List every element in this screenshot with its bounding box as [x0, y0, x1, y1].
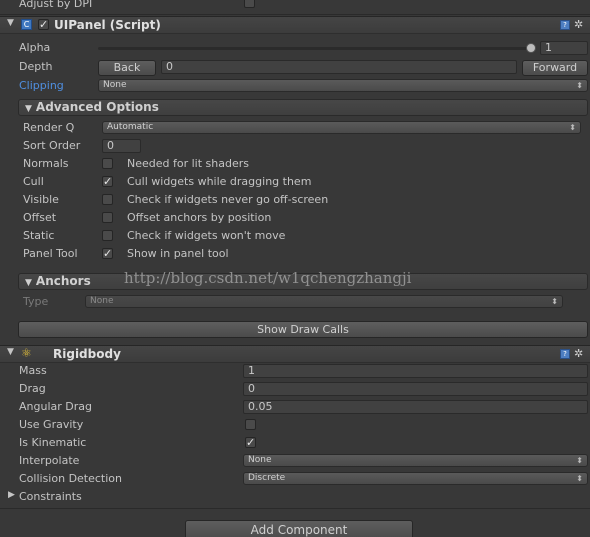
- foldout-arrow-icon[interactable]: ▼: [25, 276, 32, 291]
- option-label: Visible: [23, 193, 59, 206]
- option-label: Static: [23, 229, 55, 242]
- option-description: Cull widgets while dragging them: [127, 175, 312, 188]
- show-draw-calls-button[interactable]: Show Draw Calls: [18, 321, 588, 338]
- alpha-label: Alpha: [19, 41, 51, 54]
- collision-detection-value: Discrete: [248, 473, 286, 483]
- mass-field[interactable]: 1: [243, 364, 588, 378]
- render-q-dropdown[interactable]: Automatic ⬍: [102, 121, 581, 134]
- angular-drag-field[interactable]: 0.05: [243, 400, 588, 414]
- add-component-button[interactable]: Add Component: [185, 520, 413, 537]
- clipping-label: Clipping: [19, 79, 64, 92]
- script-icon: C: [21, 19, 32, 30]
- type-dropdown[interactable]: None ⬍: [85, 295, 563, 308]
- adjust-by-dpi-checkbox[interactable]: [244, 0, 255, 8]
- collision-detection-label: Collision Detection: [19, 472, 123, 485]
- interpolate-dropdown[interactable]: None ⬍: [243, 454, 588, 467]
- mass-label: Mass: [19, 364, 47, 377]
- render-q-value: Automatic: [107, 122, 154, 132]
- alpha-slider-track[interactable]: [98, 47, 531, 50]
- is-kinematic-checkbox[interactable]: ✓: [245, 437, 256, 448]
- rigidbody-header[interactable]: ▼ ⚛ Rigidbody ? ✲: [0, 345, 590, 363]
- back-button[interactable]: Back: [98, 60, 156, 76]
- use-gravity-checkbox[interactable]: [245, 419, 256, 430]
- option-description: Check if widgets never go off-screen: [127, 193, 329, 206]
- clipping-value: None: [103, 80, 127, 90]
- interpolate-label: Interpolate: [19, 454, 80, 467]
- option-description: Show in panel tool: [127, 247, 229, 260]
- angular-drag-label: Angular Drag: [19, 400, 92, 413]
- help-book-icon[interactable]: ?: [560, 349, 570, 359]
- drag-label: Drag: [19, 382, 46, 395]
- sort-order-field[interactable]: 0: [102, 139, 141, 153]
- alpha-value-field[interactable]: 1: [540, 41, 588, 55]
- uipanel-enabled-checkbox[interactable]: ✓: [38, 19, 49, 30]
- panel-tool-checkbox[interactable]: ✓: [102, 248, 113, 259]
- rigidbody-title: Rigidbody: [53, 347, 121, 361]
- option-description: Needed for lit shaders: [127, 157, 249, 170]
- divider: [0, 508, 590, 509]
- type-value: None: [90, 296, 114, 306]
- forward-button[interactable]: Forward: [522, 60, 588, 76]
- normals-checkbox[interactable]: [102, 158, 113, 169]
- option-label: Panel Tool: [23, 247, 78, 260]
- advanced-options-header[interactable]: ▼ Advanced Options: [18, 99, 588, 116]
- dropdown-arrow-icon: ⬍: [576, 474, 583, 483]
- clipping-dropdown[interactable]: None ⬍: [98, 79, 588, 92]
- foldout-arrow-icon[interactable]: ▼: [25, 102, 32, 117]
- depth-label: Depth: [19, 60, 53, 73]
- render-q-label: Render Q: [23, 121, 75, 134]
- foldout-arrow-icon[interactable]: ▼: [7, 18, 14, 28]
- dropdown-arrow-icon: ⬍: [551, 297, 558, 306]
- static-checkbox[interactable]: [102, 230, 113, 241]
- option-label: Offset: [23, 211, 57, 224]
- dropdown-arrow-icon: ⬍: [576, 456, 583, 465]
- use-gravity-label: Use Gravity: [19, 418, 84, 431]
- dropdown-arrow-icon: ⬍: [576, 81, 583, 90]
- option-description: Offset anchors by position: [127, 211, 272, 224]
- offset-checkbox[interactable]: [102, 212, 113, 223]
- divider: [0, 14, 590, 15]
- option-label: Normals: [23, 157, 69, 170]
- type-label: Type: [23, 295, 49, 308]
- dropdown-arrow-icon: ⬍: [569, 123, 576, 132]
- collision-detection-dropdown[interactable]: Discrete ⬍: [243, 472, 588, 485]
- uipanel-title: UIPanel (Script): [54, 18, 161, 32]
- depth-field[interactable]: 0: [161, 60, 517, 74]
- constraints-label[interactable]: Constraints: [19, 490, 82, 503]
- is-kinematic-label: Is Kinematic: [19, 436, 87, 449]
- visible-checkbox[interactable]: [102, 194, 113, 205]
- option-description: Check if widgets won't move: [127, 229, 286, 242]
- sort-order-label: Sort Order: [23, 139, 81, 152]
- uipanel-header[interactable]: ▼ C ✓ UIPanel (Script) ? ✲: [0, 16, 590, 34]
- foldout-right-arrow-icon[interactable]: ▶: [8, 490, 15, 500]
- watermark-text: http://blog.csdn.net/w1qchengzhangji: [124, 269, 412, 287]
- adjust-by-dpi-label: Adjust by DPI: [19, 0, 93, 10]
- cull-checkbox[interactable]: ✓: [102, 176, 113, 187]
- drag-field[interactable]: 0: [243, 382, 588, 396]
- gear-icon[interactable]: ✲: [574, 18, 583, 31]
- interpolate-value: None: [248, 455, 272, 465]
- help-book-icon[interactable]: ?: [560, 20, 570, 30]
- gear-icon[interactable]: ✲: [574, 347, 583, 360]
- option-label: Cull: [23, 175, 44, 188]
- foldout-arrow-icon[interactable]: ▼: [7, 347, 14, 357]
- anchors-title: Anchors: [35, 274, 91, 288]
- alpha-slider-thumb[interactable]: [526, 43, 536, 53]
- advanced-options-title: Advanced Options: [35, 100, 159, 114]
- rigidbody-icon: ⚛: [21, 346, 32, 360]
